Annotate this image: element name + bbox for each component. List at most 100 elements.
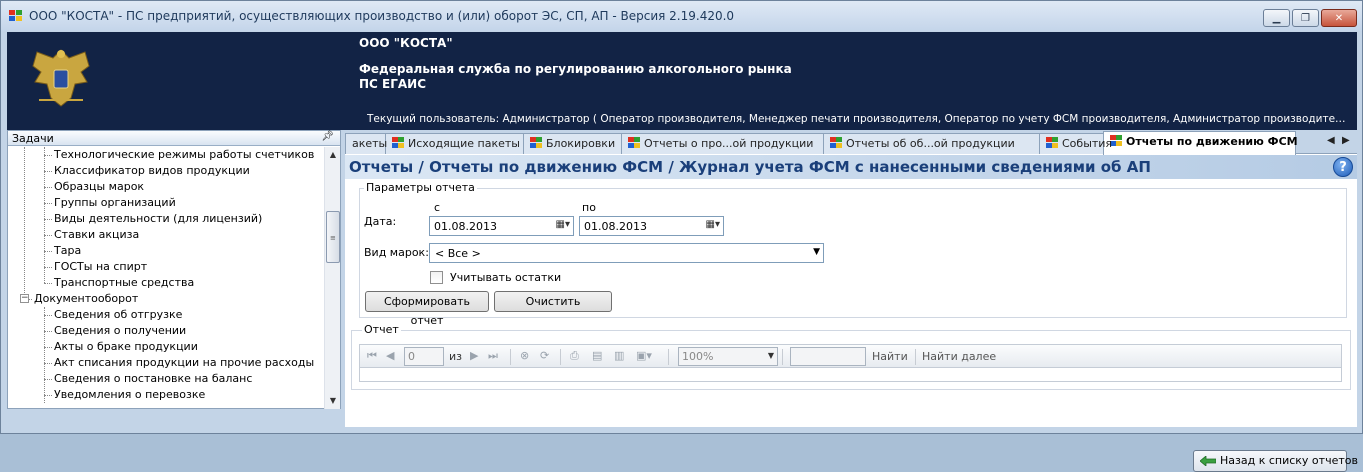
date-label: Дата: [364, 215, 397, 228]
date-to-picker[interactable]: 01.08.2013 ▦▾ [579, 216, 724, 236]
scroll-down-icon[interactable]: ▼ [325, 393, 341, 409]
title-bar[interactable]: ООО "КОСТА" - ПС предприятий, осуществля… [1, 1, 1362, 31]
tree-item[interactable]: Виды деятельности (для лицензий) [54, 212, 262, 228]
tree-item[interactable]: Сведения о получении [54, 324, 186, 340]
restore-icon: ❐ [1301, 12, 1310, 24]
collapse-icon[interactable]: − [20, 294, 29, 303]
window-title: ООО "КОСТА" - ПС предприятий, осуществля… [29, 9, 735, 23]
tree-item[interactable]: Уведомления о перевозке [54, 388, 205, 404]
tab-label: Исходящие пакеты [408, 137, 520, 150]
tree-item[interactable]: Образцы марок [54, 180, 144, 196]
tab-label: акеты [352, 137, 388, 150]
tab-document-icon [392, 137, 404, 148]
scroll-thumb[interactable]: ≡ [326, 211, 340, 263]
export-icon[interactable]: ▣▾ [636, 349, 652, 362]
app-logo-icon [9, 10, 23, 22]
document-tabs: Отчеты по движению ФСМ События Отчеты об о… [345, 130, 1357, 155]
tab-6[interactable]: Отчеты по движению ФСМ [1103, 131, 1298, 155]
report-viewer-toolbar: ⏮ ◀ 0 из ▶ ⏭ ⊗ ⟳ ⎙ ▤ ▥ ▣▾ 100% ▼ Найти Н… [359, 344, 1342, 368]
dropdown-arrow-icon: ▼ [813, 247, 820, 257]
params-groupbox: Параметры отчета Дата: с по 01.08.2013 ▦… [359, 181, 1347, 327]
tree-item[interactable]: Акты о браке продукции [54, 340, 198, 356]
tab-document-icon [1046, 137, 1058, 148]
tab-5[interactable]: События [1039, 133, 1112, 154]
next-page-icon[interactable]: ▶ [470, 349, 478, 362]
scroll-up-icon[interactable]: ▲ [325, 147, 341, 163]
tree-item[interactable]: Тара [54, 244, 81, 260]
page-setup-icon[interactable]: ▥ [614, 349, 624, 362]
help-icon[interactable]: ? [1333, 157, 1353, 177]
stop-icon[interactable]: ⊗ [520, 349, 529, 362]
search-input[interactable] [790, 347, 866, 366]
close-icon: ✕ [1334, 12, 1344, 24]
tree-item[interactable]: Сведения об отгрузке [54, 308, 182, 324]
report-group-title: Отчет [362, 323, 401, 336]
tasks-pane: Задачи 📌︎ Технологические режимы работы … [7, 130, 341, 409]
back-button-label: Назад к списку отчетов [1220, 454, 1358, 467]
tab-label: Блокировки [546, 137, 616, 150]
pin-icon[interactable]: 📌︎ [321, 131, 334, 142]
mark-type-label: Вид марок: [364, 246, 429, 259]
params-group-title: Параметры отчета [364, 181, 477, 194]
date-from-picker[interactable]: 01.08.2013 ▦▾ [429, 216, 574, 236]
back-arrow-icon [1200, 456, 1216, 466]
page-number-input[interactable]: 0 [404, 347, 444, 366]
date-to-value: 01.08.2013 [584, 220, 647, 233]
current-user-info: Текущий пользователь: Администратор ( Оп… [367, 113, 1351, 125]
tree-item[interactable]: Технологические режимы работы счетчиков [54, 148, 314, 164]
tab-label: Отчеты по движению ФСМ [1126, 135, 1298, 148]
tab-4[interactable]: Отчеты об об...ой продукции [823, 133, 1040, 154]
tab-3[interactable]: Отчеты о про...ой продукции [621, 133, 824, 154]
tree-item[interactable]: Сведения о постановке на баланс [54, 372, 252, 388]
tree-item[interactable]: ГОСТы на спирт [54, 260, 147, 276]
tree-item[interactable]: Ставки акциза [54, 228, 139, 244]
content-pane: Отчеты по движению ФСМ События Отчеты об о… [345, 130, 1358, 472]
org-name: Федеральная служба по регулированию алко… [359, 62, 792, 76]
tab-0[interactable]: акеты [345, 133, 388, 154]
tasks-pane-header: Задачи 📌︎ [8, 131, 340, 146]
mark-type-select[interactable]: < Все > ▼ [429, 243, 824, 263]
tree-folder-item[interactable]: Документооборот [34, 292, 138, 308]
zoom-value: 100% [682, 350, 714, 363]
prev-page-icon[interactable]: ◀ [386, 349, 394, 362]
clear-button[interactable]: Очистить [494, 291, 612, 312]
tasks-scrollbar[interactable]: ▲ ≡ ▼ [324, 147, 340, 409]
dropdown-arrow-icon: ▼ [767, 351, 774, 360]
print-layout-icon[interactable]: ▤ [592, 349, 602, 362]
consider-rest-checkbox[interactable] [430, 271, 443, 284]
tab-1[interactable]: Исходящие пакеты [385, 133, 524, 154]
tasks-tree: Технологические режимы работы счетчиков К… [8, 147, 324, 409]
refresh-icon[interactable]: ⟳ [540, 349, 549, 362]
zoom-select[interactable]: 100% ▼ [678, 347, 778, 366]
tree-item[interactable]: Акт списания продукции на прочие расходы [54, 356, 314, 372]
calendar-icon[interactable]: ▦▾ [706, 219, 720, 230]
date-from-value: 01.08.2013 [434, 220, 497, 233]
minimize-button[interactable]: ▁ [1263, 9, 1290, 27]
back-to-reports-button[interactable]: Назад к списку отчетов [1193, 450, 1358, 472]
tab-document-icon [830, 137, 842, 148]
find-link[interactable]: Найти [872, 350, 908, 363]
last-page-icon[interactable]: ⏭ [488, 349, 498, 363]
report-viewer-area[interactable] [359, 368, 1342, 382]
tree-item[interactable]: Транспортные средства [54, 276, 194, 292]
tab-label: Отчеты о про...ой продукции [644, 137, 814, 150]
print-icon[interactable]: ⎙ [570, 349, 579, 363]
tab-scroll-left-icon[interactable]: ◀ [1327, 135, 1335, 146]
tab-scroll-right-icon[interactable]: ▶ [1342, 135, 1350, 146]
tab-label: События [1062, 137, 1113, 150]
report-title-text: Отчеты / Отчеты по движению ФСМ / Журнал… [349, 158, 1151, 176]
generate-report-button[interactable]: Сформировать отчет [365, 291, 489, 327]
tree-item[interactable]: Классификатор видов продукции [54, 164, 250, 180]
tab-document-icon [530, 137, 542, 148]
first-page-icon[interactable]: ⏮ [367, 349, 377, 363]
maximize-button[interactable]: ❐ [1292, 9, 1319, 27]
close-button[interactable]: ✕ [1321, 9, 1357, 27]
tree-item[interactable]: Группы организаций [54, 196, 176, 212]
calendar-icon[interactable]: ▦▾ [556, 219, 570, 230]
tab-document-icon [628, 137, 640, 148]
find-next-link[interactable]: Найти далее [922, 350, 996, 363]
tab-2[interactable]: Блокировки [523, 133, 622, 154]
report-params-area: Параметры отчета Дата: с по 01.08.2013 ▦… [345, 179, 1358, 472]
system-name: ПС ЕГАИС [359, 77, 427, 91]
consider-rest-label[interactable]: Учитывать остатки [450, 271, 561, 284]
